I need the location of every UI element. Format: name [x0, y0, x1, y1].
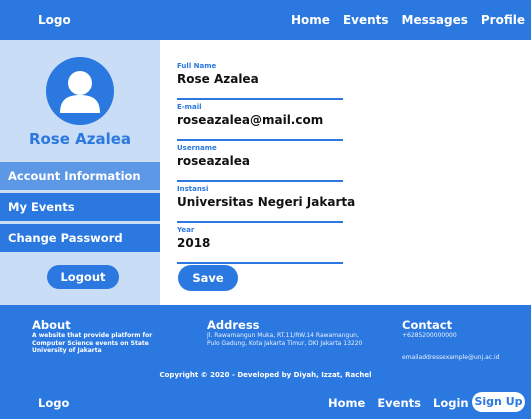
sign-up-button[interactable]: Sign Up — [472, 392, 525, 412]
profile-sidebar: Rose Azalea Account Information My Event… — [0, 40, 160, 305]
sidebar-menu: Account Information My Events Change Pas… — [0, 162, 160, 255]
footer-about-title: About — [32, 318, 71, 332]
instansi-field[interactable]: Instansi Universitas Negeri Jakarta — [177, 185, 355, 223]
sidebar-item-my-events[interactable]: My Events — [0, 193, 160, 221]
footer-contact-email[interactable]: emailaddressexample@unj.ac.id — [402, 354, 527, 362]
save-button[interactable]: Save — [178, 265, 238, 291]
full-name-value[interactable]: Rose Azalea — [177, 72, 259, 86]
bottom-navbar: Logo Home Events Login Sign Up — [0, 386, 531, 419]
nav-link-profile[interactable]: Profile — [481, 13, 525, 27]
top-nav-links: Home Events Messages Profile — [291, 13, 525, 27]
footer-contact-title: Contact — [402, 318, 453, 332]
profile-name: Rose Azalea — [28, 130, 132, 148]
footer-address: Address Jl. Rawamangun Muka, RT.11/RW.14… — [207, 318, 367, 347]
nav-link-messages[interactable]: Messages — [402, 13, 468, 27]
bottom-nav-link-home[interactable]: Home — [328, 396, 365, 410]
year-label: Year — [177, 226, 195, 234]
nav-link-home[interactable]: Home — [291, 13, 330, 27]
full-name-field[interactable]: Full Name Rose Azalea — [177, 62, 343, 100]
footer-address-title: Address — [207, 318, 260, 332]
email-label: E-mail — [177, 103, 202, 111]
footer-contact: Contact +6285200000000 emailaddressexamp… — [402, 318, 527, 361]
footer-about-text: A website that provide platform for Comp… — [32, 332, 153, 354]
top-navbar: Logo Home Events Messages Profile — [0, 0, 531, 40]
sidebar-item-account-information[interactable]: Account Information — [0, 162, 160, 190]
footer-copyright: Copyright © 2020 - Developed by Diyah, I… — [159, 371, 372, 379]
logo[interactable]: Logo — [38, 13, 71, 27]
footer-about: About A website that provide platform fo… — [32, 318, 162, 355]
bottom-nav-links: Home Events Login — [328, 396, 469, 410]
full-name-label: Full Name — [177, 62, 217, 70]
footer: About A website that provide platform fo… — [0, 305, 531, 386]
bottom-nav-link-events[interactable]: Events — [377, 396, 421, 410]
bottom-logo[interactable]: Logo — [38, 396, 69, 410]
username-field[interactable]: Username roseazalea — [177, 144, 343, 182]
year-field[interactable]: Year 2018 — [177, 226, 343, 264]
nav-link-events[interactable]: Events — [343, 13, 389, 27]
year-value[interactable]: 2018 — [177, 236, 210, 250]
email-field[interactable]: E-mail roseazalea@mail.com — [177, 103, 343, 141]
instansi-value[interactable]: Universitas Negeri Jakarta — [177, 195, 355, 209]
logout-button[interactable]: Logout — [47, 265, 119, 289]
email-value[interactable]: roseazalea@mail.com — [177, 113, 323, 127]
instansi-label: Instansi — [177, 185, 209, 193]
footer-contact-phone: +6285200000000 — [402, 332, 457, 339]
bottom-nav-link-login[interactable]: Login — [433, 396, 469, 410]
username-label: Username — [177, 144, 217, 152]
footer-address-text: Jl. Rawamangun Muka, RT.11/RW.14 Rawaman… — [207, 332, 363, 347]
account-form: Full Name Rose Azalea E-mail roseazalea@… — [177, 62, 355, 267]
username-value[interactable]: roseazalea — [177, 154, 250, 168]
sidebar-item-change-password[interactable]: Change Password — [0, 224, 160, 252]
user-avatar-icon — [46, 57, 114, 125]
